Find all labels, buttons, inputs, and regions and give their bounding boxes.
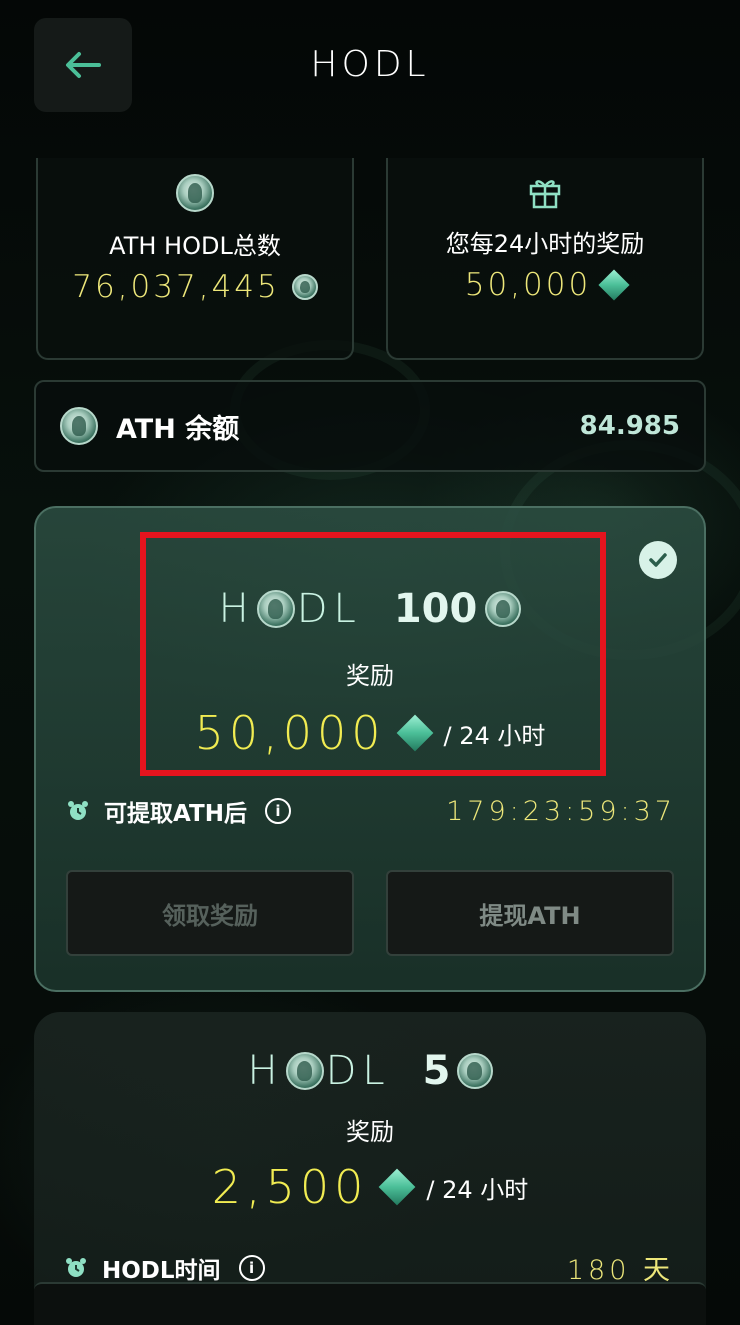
page-title: HODL — [310, 44, 430, 85]
reward-value: 50,000 — [194, 706, 386, 760]
hodl-wordmark: H DL — [219, 586, 362, 632]
ath-coin-icon — [60, 407, 98, 445]
gem-icon — [598, 269, 630, 301]
withdraw-timer-label: 可提取ATH后 — [104, 801, 247, 827]
withdraw-timer-value: 179:23:59:37 — [446, 795, 676, 827]
ath-coin-icon — [256, 590, 295, 628]
ath-coin-icon — [285, 1052, 324, 1090]
alarm-clock-icon — [68, 801, 88, 820]
daily-reward-label: 您每24小时的奖励 — [445, 230, 645, 258]
claim-reward-button[interactable]: 领取奖励 — [66, 870, 354, 956]
daily-reward-card: 您每24小时的奖励 50,000 — [386, 158, 704, 360]
hodl-wordmark: H DL — [247, 1048, 390, 1094]
hodl-page: HODL ATH HODL总数 76,037,445 您每24小时的奖励 50,… — [0, 0, 740, 1325]
reward-label: 奖励 — [346, 1118, 394, 1146]
hodl-plan-card-5[interactable]: H DL 5 奖励 2,500 / 24 小时 HODL时间 i 180 天 — [34, 1012, 706, 1325]
plan-bottom-panel — [34, 1282, 706, 1325]
reward-row: 2,500 / 24 小时 — [34, 1160, 706, 1214]
selected-check-icon — [639, 541, 677, 579]
info-icon[interactable]: i — [238, 1254, 265, 1281]
total-hodl-card: ATH HODL总数 76,037,445 — [36, 158, 354, 360]
gem-icon — [379, 1168, 416, 1206]
plan-amount: 5 — [422, 1048, 451, 1094]
withdraw-timer-row: 可提取ATH后 i 179:23:59:37 — [66, 794, 676, 828]
total-hodl-label: ATH HODL总数 — [109, 232, 281, 260]
hodl-duration-label: HODL时间 — [102, 1257, 221, 1284]
total-hodl-value: 76,037,445 — [72, 269, 280, 305]
hodl-plan-card-100[interactable]: H DL 100 奖励 50,000 / 24 小时 可提取ATH后 i 179… — [34, 506, 706, 992]
hodl-wordmark-left: H — [218, 586, 255, 632]
hodl-wordmark-right: DL — [296, 586, 362, 632]
plan-heading: H DL 5 — [34, 1048, 706, 1094]
ath-balance-label: ATH 余额 — [116, 413, 240, 445]
gem-icon — [396, 714, 433, 752]
reward-row: 50,000 / 24 小时 — [36, 706, 704, 760]
ath-balance-bar: ATH 余额 84.985 — [34, 380, 706, 472]
reward-unit: / 24 小时 — [426, 1175, 529, 1204]
ath-coin-icon — [291, 274, 318, 300]
ath-coin-icon — [176, 174, 214, 212]
withdraw-ath-button[interactable]: 提现ATH — [386, 870, 674, 956]
plan-heading: H DL 100 — [36, 586, 704, 632]
alarm-clock-icon — [66, 1257, 86, 1277]
reward-value: 2,500 — [211, 1160, 369, 1214]
total-hodl-value-row: 76,037,445 — [38, 269, 352, 305]
gift-icon — [529, 180, 561, 209]
ath-coin-icon — [485, 591, 522, 627]
daily-reward-value: 50,000 — [464, 267, 592, 303]
hodl-wordmark-right: DL — [325, 1048, 391, 1094]
info-icon[interactable]: i — [264, 798, 291, 824]
ath-coin-icon — [456, 1053, 493, 1089]
ath-balance-value: 84.985 — [579, 411, 680, 441]
app-header: HODL — [0, 0, 740, 140]
reward-label: 奖励 — [346, 662, 394, 690]
reward-unit: / 24 小时 — [443, 721, 546, 750]
daily-reward-value-row: 50,000 — [388, 267, 702, 303]
hodl-wordmark-left: H — [247, 1048, 284, 1094]
plan-amount: 100 — [393, 586, 478, 632]
